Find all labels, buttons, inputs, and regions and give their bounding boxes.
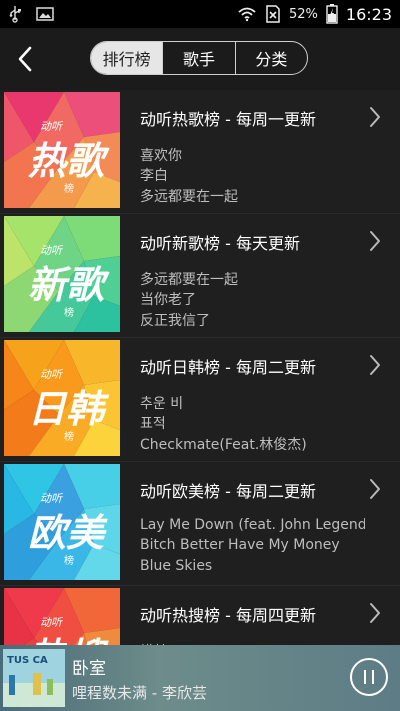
song-line-2: Bitch Better Have My Money: [140, 537, 340, 553]
chevron-right-icon: [370, 107, 380, 127]
song-line-3: 多远都要在一起: [140, 189, 238, 205]
chart-title: 动听热歌榜 - 每周一更新: [140, 110, 316, 129]
chevron-right-icon: [370, 231, 380, 251]
cover-sub-text: 榜: [64, 182, 74, 195]
tab-artists[interactable]: 歌手: [162, 42, 234, 74]
chart-title: 动听热搜榜 - 每周四更新: [140, 606, 316, 625]
cover-brand-text: 动听: [40, 120, 64, 133]
tab-charts[interactable]: 排行榜: [91, 42, 163, 74]
battery-percent: 52%: [288, 6, 318, 22]
chart-cover: 动听 日韩 榜: [4, 340, 120, 456]
chart-row-search[interactable]: 动听 热搜 榜 动听热搜榜 - 每周四更新 模特: [0, 586, 400, 645]
chart-row-new[interactable]: 动听 新歌 榜 动听新歌榜 - 每天更新 多远都要在一起 当你老了 反正我信了: [0, 214, 400, 338]
cover-brand-text: 动听: [40, 616, 64, 629]
cover-title-text: 日韩: [28, 387, 110, 431]
chart-cover: 动听 热歌 榜: [4, 92, 120, 208]
mini-player[interactable]: TUS CA 卧室 哩程数未满 - 李欣芸: [0, 645, 400, 711]
chart-row-western[interactable]: 动听 欧美 榜 动听欧美榜 - 每周二更新 Lay Me Down (feat.…: [0, 462, 400, 586]
cover-sub-text: 榜: [64, 554, 74, 567]
pause-icon: [364, 670, 366, 684]
album-art-text: TUS CA: [7, 655, 48, 666]
song-line-1: 추운 비: [140, 396, 184, 412]
chevron-right-icon: [370, 603, 380, 623]
tab-categories[interactable]: 分类: [234, 42, 307, 74]
now-playing-subtitle: 哩程数未满 - 李欣芸: [72, 684, 207, 702]
chart-cover: 动听 欧美 榜: [4, 464, 120, 580]
cover-title-text: 热搜: [28, 635, 109, 645]
cover-brand-text: 动听: [40, 492, 64, 505]
category-tabs: 排行榜 歌手 分类: [90, 41, 308, 75]
cover-brand-text: 动听: [40, 368, 64, 381]
song-line-3: Blue Skies: [140, 558, 213, 574]
chevron-right-icon: [370, 479, 380, 499]
top-header: 排行榜 歌手 分类: [0, 28, 400, 90]
song-line-1: 喜欢你: [140, 148, 182, 164]
clock: 16:23: [345, 4, 392, 24]
song-line-2: 李白: [140, 168, 168, 184]
pause-button[interactable]: [350, 658, 388, 696]
image-icon: [36, 7, 54, 21]
song-line-2: 표적: [140, 416, 166, 432]
song-line-2: 当你老了: [140, 292, 196, 308]
battery-icon: [326, 4, 338, 24]
chevron-left-icon: [18, 46, 32, 72]
cover-title-text: 热歌: [28, 139, 110, 183]
chevron-right-icon: [370, 355, 380, 375]
cover-sub-text: 榜: [64, 306, 74, 319]
pause-icon: [372, 670, 374, 684]
chart-cover: 动听 热搜 榜: [4, 588, 120, 645]
usb-icon: [8, 5, 22, 23]
chart-list: 动听 热歌 榜 动听热歌榜 - 每周一更新 喜欢你 李白 多远都要在一起 动听 …: [0, 90, 400, 645]
song-line-3: Checkmate(Feat.林俊杰): [140, 437, 307, 453]
song-line-3: 反正我信了: [140, 313, 210, 329]
chart-cover: 动听 新歌 榜: [4, 216, 120, 332]
now-playing-title: 卧室: [72, 659, 106, 679]
album-art: TUS CA: [3, 649, 65, 707]
cover-sub-text: 榜: [64, 430, 74, 443]
status-bar: 52% 16:23: [0, 0, 400, 28]
no-sim-icon: [265, 5, 281, 23]
cover-title-text: 欧美: [28, 511, 108, 555]
song-line-1: Lay Me Down (feat. John Legend): [140, 517, 365, 533]
chart-row-hot[interactable]: 动听 热歌 榜 动听热歌榜 - 每周一更新 喜欢你 李白 多远都要在一起: [0, 90, 400, 214]
cover-brand-text: 动听: [40, 244, 64, 257]
back-button[interactable]: [10, 42, 40, 76]
chart-title: 动听新歌榜 - 每天更新: [140, 234, 300, 253]
chart-title: 动听日韩榜 - 每周二更新: [140, 358, 316, 377]
wifi-icon: [237, 6, 257, 22]
chart-row-jpkr[interactable]: 动听 日韩 榜 动听日韩榜 - 每周二更新 추운 비 표적 Checkmate(…: [0, 338, 400, 462]
cover-title-text: 新歌: [28, 263, 110, 307]
chart-title: 动听欧美榜 - 每周二更新: [140, 482, 316, 501]
song-line-1: 多远都要在一起: [140, 272, 238, 288]
